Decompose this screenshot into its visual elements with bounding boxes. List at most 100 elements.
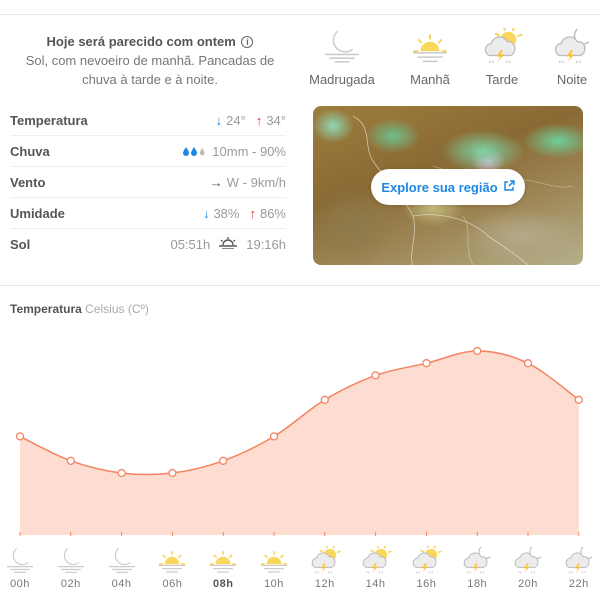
- chart-title: Temperatura Celsius (Cº): [10, 302, 149, 316]
- stat-sun: Sol 05:51h 19:16h: [10, 229, 286, 260]
- sun-fog-icon: [152, 546, 192, 574]
- sun-fog-icon: [254, 546, 294, 574]
- section-divider: [0, 285, 600, 286]
- hour-item-20h[interactable]: 20h: [508, 546, 548, 590]
- data-point-08h[interactable]: [219, 456, 228, 465]
- stat-wind: Vento → W - 9km/h: [10, 167, 286, 198]
- sun-fog-icon: [203, 546, 243, 574]
- external-link-icon: [503, 179, 515, 195]
- data-point-00h[interactable]: [15, 432, 25, 441]
- hour-item-14h[interactable]: 14h: [356, 546, 396, 590]
- temperature-area: [20, 351, 579, 535]
- period-label: Tarde: [485, 72, 519, 87]
- sunrise-time: 05:51h: [170, 237, 211, 252]
- arrow-up-icon: ↑: [249, 205, 256, 221]
- hour-label: 12h: [314, 578, 335, 590]
- hour-item-16h[interactable]: 16h: [406, 546, 446, 590]
- data-point-22h[interactable]: [574, 395, 583, 404]
- data-point-06h[interactable]: [168, 468, 177, 478]
- stat-label: Chuva: [10, 143, 50, 159]
- period-label: Manhã: [410, 72, 450, 87]
- rain-drops-icon: [182, 144, 208, 159]
- top-divider: [0, 14, 600, 15]
- data-point-20h[interactable]: [523, 359, 533, 368]
- moon-cloud-storm-icon: [532, 28, 600, 64]
- sun-cloud-storm-icon: [305, 546, 345, 574]
- stat-label: Temperatura: [10, 112, 88, 128]
- explore-region-button[interactable]: Explore sua região: [371, 169, 525, 205]
- data-point-16h[interactable]: [422, 359, 431, 368]
- sunrise-sunset-icon: [218, 237, 238, 252]
- moon-cloud-storm-icon: [559, 546, 599, 574]
- hour-item-06h[interactable]: 06h: [152, 546, 192, 590]
- wind-value: W - 9km/h: [226, 174, 286, 190]
- hour-item-22h[interactable]: 22h: [559, 546, 599, 590]
- humidity-min: 38%: [213, 205, 240, 221]
- summary-description: Sol, com nevoeiro de manhã. Pancadas de …: [25, 53, 275, 87]
- hour-item-02h[interactable]: 02h: [51, 546, 91, 590]
- hour-item-08h[interactable]: 08h: [203, 546, 243, 590]
- weather-stats: Temperatura ↓ 24° ↑ 34° Chuva 10mm - 90%…: [10, 105, 286, 260]
- data-point-10h[interactable]: [269, 432, 279, 441]
- period-noite: Noite: [532, 28, 600, 87]
- data-point-18h[interactable]: [473, 346, 482, 356]
- data-point-02h[interactable]: [66, 456, 75, 465]
- humidity-max: 86%: [259, 205, 286, 221]
- hour-label: 00h: [10, 578, 30, 590]
- moon-cloud-storm-icon: [508, 546, 548, 574]
- hour-label: 08h: [212, 578, 234, 590]
- info-icon[interactable]: i: [241, 36, 254, 48]
- stat-rain: Chuva 10mm - 90%: [10, 136, 286, 167]
- moon-fog-icon: [302, 28, 382, 64]
- sun-cloud-storm-icon: [356, 546, 396, 574]
- hour-label: 16h: [416, 578, 437, 590]
- hour-label: 14h: [365, 578, 386, 590]
- stat-humidity: Umidade ↓ 38% ↑ 86%: [10, 198, 286, 229]
- hour-label: 02h: [60, 578, 81, 590]
- data-point-12h[interactable]: [320, 395, 329, 404]
- hour-label: 06h: [162, 578, 183, 590]
- day-periods: Madrugada Manhã Tarde Noite: [300, 28, 600, 92]
- hour-label: 20h: [518, 578, 538, 590]
- hour-label: 22h: [568, 578, 589, 590]
- wind-arrow-icon: →: [209, 174, 223, 190]
- rain-value: 10mm - 90%: [212, 143, 286, 159]
- hour-item-12h[interactable]: 12h: [305, 546, 345, 590]
- temp-min: 24°: [226, 112, 246, 128]
- period-madrugada: Madrugada: [302, 28, 382, 87]
- sunset-time: 19:16h: [246, 237, 286, 252]
- data-point-04h[interactable]: [117, 468, 126, 478]
- data-point-14h[interactable]: [371, 371, 380, 380]
- period-label: Madrugada: [309, 72, 375, 87]
- hour-item-10h[interactable]: 10h: [254, 546, 294, 590]
- sun-cloud-storm-icon: [406, 546, 446, 574]
- period-tarde: Tarde: [462, 28, 542, 87]
- hour-item-04h[interactable]: 04h: [102, 546, 142, 590]
- stat-temperature: Temperatura ↓ 24° ↑ 34°: [10, 105, 286, 136]
- period-label: Noite: [556, 72, 588, 87]
- period-manha: Manhã: [390, 28, 470, 87]
- hour-item-00h[interactable]: 00h: [0, 546, 40, 590]
- temperature-chart: [15, 346, 583, 536]
- satellite-map[interactable]: Explore sua região: [313, 106, 583, 265]
- moon-fog-icon: [102, 546, 142, 574]
- hour-label: 04h: [111, 578, 132, 590]
- summary-title: Hoje será parecido com ontem i: [0, 32, 300, 51]
- stat-label: Sol: [10, 237, 31, 252]
- hourly-forecast: 00h 02h 04h 06h 08h 10h 12h 14h 16h 18h 20h 22h: [0, 546, 600, 600]
- daily-summary: Hoje será parecido com ontem i Sol, com …: [0, 32, 300, 89]
- moon-cloud-storm-icon: [457, 546, 497, 574]
- sun-fog-icon: [390, 28, 470, 64]
- arrow-down-icon: ↓: [202, 205, 210, 221]
- arrow-up-icon: ↑: [255, 112, 263, 128]
- hour-label: 18h: [467, 578, 488, 590]
- hour-label: 10h: [264, 578, 284, 590]
- moon-fog-icon: [51, 546, 91, 574]
- sun-cloud-storm-icon: [462, 28, 542, 64]
- temp-max: 34°: [266, 112, 286, 128]
- stat-label: Umidade: [10, 205, 65, 221]
- moon-fog-icon: [0, 546, 40, 574]
- hour-item-18h[interactable]: 18h: [457, 546, 497, 590]
- stat-label: Vento: [10, 174, 46, 190]
- arrow-down-icon: ↓: [215, 112, 223, 128]
